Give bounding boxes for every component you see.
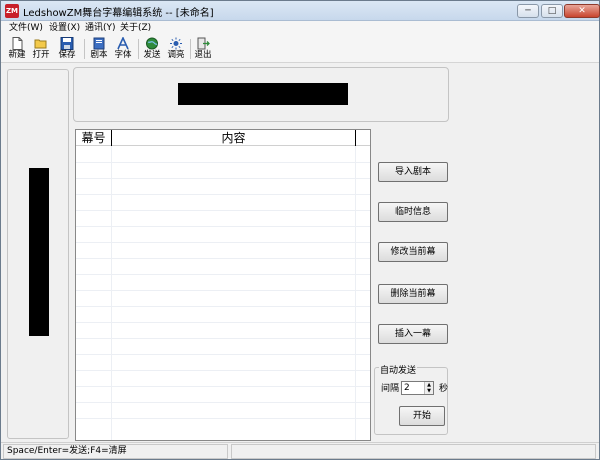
grid-row-line: [76, 258, 370, 259]
grid-row-line: [76, 338, 370, 339]
minimize-button[interactable]: ─: [517, 4, 539, 18]
grid-row-line: [76, 322, 370, 323]
grid-row-line: [76, 370, 370, 371]
horizontal-preview-panel: [73, 67, 449, 122]
exit-door-icon: [197, 37, 210, 50]
toolbar: 新建 打开 保存 剧本 字体 发送 调亮 退出: [1, 35, 599, 63]
window-title: LedshowZM舞台字幕编辑系统 -- [未命名]: [23, 8, 214, 19]
vertical-led-preview: [29, 168, 49, 336]
grid-row-line: [76, 162, 370, 163]
grid-row-line: [76, 194, 370, 195]
brightness-button[interactable]: 调亮: [164, 36, 188, 62]
status-bar: Space/Enter=发送;F4=清屏: [1, 442, 599, 459]
status-hint: Space/Enter=发送;F4=清屏: [3, 444, 228, 459]
grid-row-line: [76, 242, 370, 243]
font-button[interactable]: 字体: [111, 36, 135, 62]
menu-communication[interactable]: 通讯(Y): [85, 22, 116, 34]
new-label: 新建: [8, 50, 26, 60]
open-folder-icon: [34, 39, 47, 49]
grid-row-line: [76, 290, 370, 291]
modify-current-scene-button[interactable]: 修改当前幕: [378, 242, 448, 262]
brightness-sun-icon: [170, 37, 182, 50]
open-button[interactable]: 打开: [29, 36, 53, 62]
grid-row-line: [76, 306, 370, 307]
new-file-icon: [12, 37, 23, 50]
open-label: 打开: [32, 50, 50, 60]
grid-divider: [355, 146, 356, 440]
column-header-content[interactable]: 内容: [112, 130, 356, 146]
vertical-preview-panel: [7, 69, 69, 439]
interval-label: 间隔: [381, 384, 400, 394]
interval-value[interactable]: 2: [404, 382, 410, 394]
close-button[interactable]: ✕: [564, 4, 600, 18]
send-label: 发送: [143, 50, 161, 60]
font-a-icon: [117, 37, 129, 50]
script-button[interactable]: 剧本: [87, 36, 111, 62]
interval-spinner[interactable]: 2 ▲ ▼: [401, 381, 434, 395]
grid-row-line: [76, 402, 370, 403]
grid-row-line: [76, 418, 370, 419]
menu-settings[interactable]: 设置(X): [49, 22, 80, 34]
grid-row-line: [76, 386, 370, 387]
grid-row-line: [76, 178, 370, 179]
main-window: ZM LedshowZM舞台字幕编辑系统 -- [未命名] ─ □ ✕ 文件(W…: [0, 0, 600, 460]
save-button[interactable]: 保存: [55, 36, 79, 62]
grid-row-line: [76, 210, 370, 211]
toolbar-separator: [138, 39, 139, 59]
temp-info-button[interactable]: 临时信息: [378, 202, 448, 222]
status-panel: [231, 444, 596, 459]
script-label: 剧本: [90, 50, 108, 60]
spinner-arrows-icon[interactable]: ▲ ▼: [424, 382, 433, 394]
exit-label: 退出: [194, 50, 212, 60]
send-button[interactable]: 发送: [140, 36, 164, 62]
maximize-button[interactable]: □: [541, 4, 563, 18]
app-logo-icon: ZM: [5, 4, 19, 18]
menu-file[interactable]: 文件(W): [9, 22, 43, 34]
insert-scene-button[interactable]: 插入一幕: [378, 324, 448, 344]
script-book-icon: [93, 37, 105, 50]
title-bar[interactable]: ZM LedshowZM舞台字幕编辑系统 -- [未命名] ─ □ ✕: [1, 1, 600, 21]
brightness-label: 调亮: [167, 50, 185, 60]
toolbar-separator: [84, 39, 85, 59]
scene-list[interactable]: 幕号 内容: [75, 129, 371, 441]
column-header-number[interactable]: 幕号: [76, 130, 112, 146]
auto-send-title: 自动发送: [379, 366, 418, 377]
save-label: 保存: [58, 50, 76, 60]
grid-row-line: [76, 274, 370, 275]
menu-about[interactable]: 关于(Z): [120, 22, 151, 34]
grid-row-line: [76, 226, 370, 227]
menu-bar: 文件(W) 设置(X) 通讯(Y) 关于(Z): [1, 21, 599, 35]
list-header: 幕号 内容: [76, 130, 370, 146]
exit-button[interactable]: 退出: [191, 36, 215, 62]
horizontal-led-preview: [178, 83, 348, 105]
import-script-button[interactable]: 导入剧本: [378, 162, 448, 182]
auto-send-group: 自动发送 间隔 2 ▲ ▼ 秒 开始: [374, 366, 449, 435]
delete-current-scene-button[interactable]: 删除当前幕: [378, 284, 448, 304]
grid-divider: [111, 146, 112, 440]
save-disk-icon: [60, 37, 74, 50]
grid-row-line: [76, 354, 370, 355]
new-button[interactable]: 新建: [5, 36, 29, 62]
send-globe-icon: [146, 37, 158, 50]
font-label: 字体: [114, 50, 132, 60]
start-button[interactable]: 开始: [399, 406, 445, 426]
seconds-label: 秒: [439, 384, 449, 394]
